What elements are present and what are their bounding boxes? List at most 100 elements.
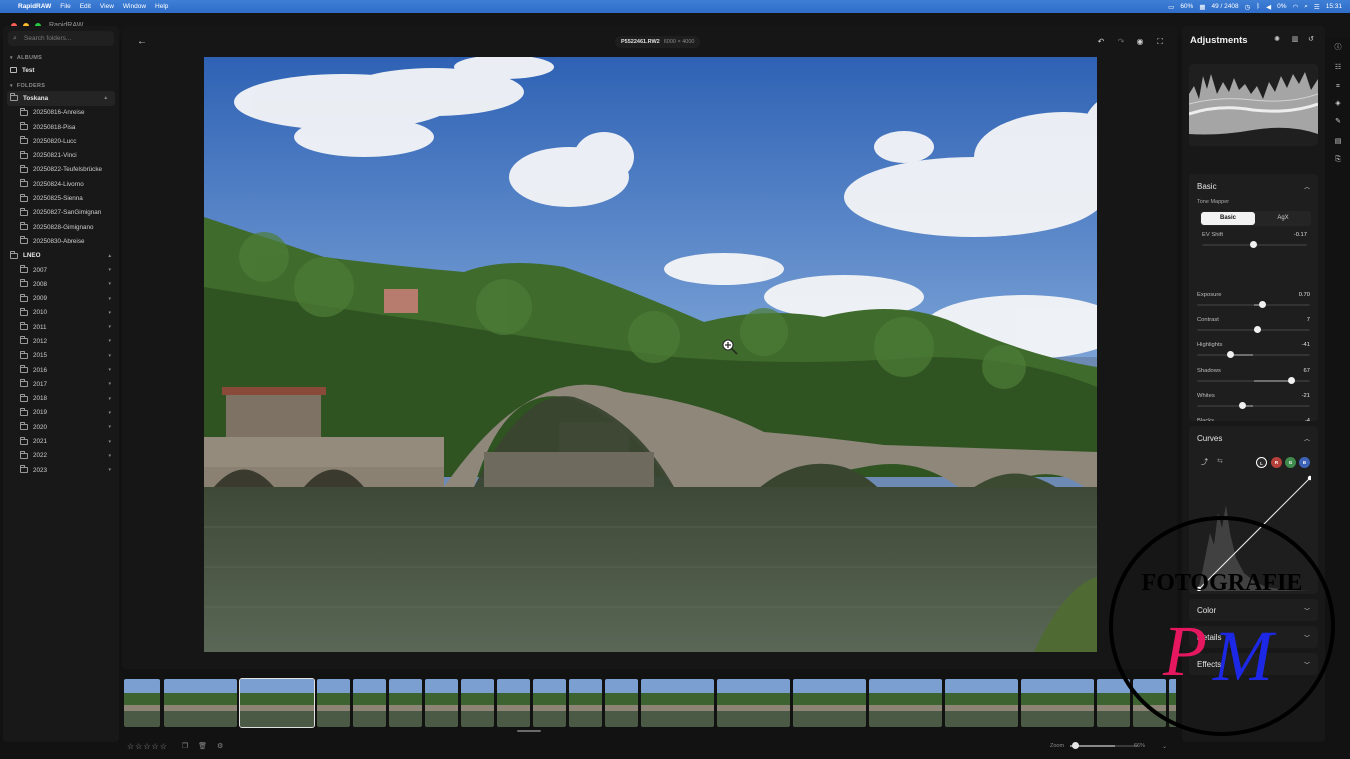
- slider-highlights[interactable]: Highlights -41: [1197, 342, 1310, 364]
- memory-icon[interactable]: ▦: [1199, 3, 1205, 11]
- filmstrip-thumbnail[interactable]: [945, 679, 1018, 727]
- sliders-icon[interactable]: ☷: [1332, 62, 1344, 74]
- star-icon[interactable]: ☆: [143, 742, 150, 751]
- clock-time[interactable]: 15:31: [1326, 3, 1342, 10]
- history-icon[interactable]: ◷: [1245, 3, 1251, 11]
- star-icon[interactable]: ☆: [127, 742, 134, 751]
- folder-item-root2[interactable]: LNEO ▴: [3, 249, 119, 263]
- folder-item[interactable]: 20250830-Abreise: [3, 234, 119, 248]
- chevron-down-icon[interactable]: ⌄: [1162, 743, 1167, 750]
- chevron-down-icon[interactable]: ▾: [108, 267, 111, 273]
- folder-item[interactable]: 2011 ▾: [3, 320, 119, 334]
- folder-item[interactable]: 20250822-Teufelsbrücke: [3, 163, 119, 177]
- slider-track[interactable]: [1197, 351, 1310, 359]
- star-icon[interactable]: ☆: [135, 742, 142, 751]
- curves-title[interactable]: Curves: [1197, 434, 1222, 443]
- control-center-icon[interactable]: ☰: [1314, 3, 1320, 11]
- menu-view[interactable]: View: [100, 3, 114, 10]
- channel-luma[interactable]: L: [1256, 457, 1267, 468]
- tone-mapper-basic[interactable]: Basic: [1201, 212, 1255, 225]
- folder-item[interactable]: 2018 ▾: [3, 392, 119, 406]
- chart-icon[interactable]: ▥: [1290, 35, 1300, 45]
- folder-item[interactable]: 2012 ▾: [3, 334, 119, 348]
- slider-handle[interactable]: [1238, 401, 1246, 409]
- chevron-down-icon[interactable]: ▾: [108, 381, 111, 387]
- zoom-slider[interactable]: [1070, 742, 1138, 749]
- back-arrow-icon[interactable]: ←: [136, 36, 148, 48]
- ev-shift-track[interactable]: [1202, 241, 1307, 248]
- menu-file[interactable]: File: [60, 3, 70, 10]
- star-icon[interactable]: ☆: [152, 742, 159, 751]
- wifi-icon[interactable]: ◠: [1293, 3, 1299, 11]
- folder-item[interactable]: 2016 ▾: [3, 363, 119, 377]
- folders-section-header[interactable]: ▾ FOLDERS: [3, 80, 119, 91]
- search-icon[interactable]: ⌕: [1304, 3, 1308, 11]
- chevron-down-icon[interactable]: ▾: [108, 281, 111, 287]
- filmstrip-resize-handle[interactable]: [517, 730, 541, 732]
- slider-track[interactable]: [1197, 376, 1310, 384]
- reset-icon[interactable]: ↺: [1306, 35, 1316, 45]
- filmstrip-thumbnail[interactable]: [1021, 679, 1094, 727]
- export-icon[interactable]: ⎘: [1332, 154, 1344, 166]
- folder-item[interactable]: 2021 ▾: [3, 434, 119, 448]
- filmstrip-thumbnail[interactable]: [239, 678, 315, 728]
- ev-shift-slider[interactable]: EV Shift -0.17: [1202, 232, 1307, 254]
- chevron-down-icon[interactable]: ▾: [108, 467, 111, 473]
- album-item-test[interactable]: Test: [3, 63, 119, 77]
- undo-icon[interactable]: ↶: [1095, 36, 1107, 48]
- main-photo[interactable]: [204, 57, 1097, 652]
- folder-item[interactable]: 2015 ▾: [3, 349, 119, 363]
- search-folders-input[interactable]: [24, 35, 114, 42]
- chevron-down-icon[interactable]: ▾: [108, 439, 111, 445]
- folder-item[interactable]: 20250818-Pisa: [3, 120, 119, 134]
- filmstrip-thumbnail[interactable]: [533, 679, 566, 727]
- slider-track[interactable]: [1197, 301, 1310, 308]
- color-wheel-icon[interactable]: ✺: [1272, 35, 1282, 45]
- channel-green[interactable]: G: [1285, 457, 1296, 468]
- chevron-down-icon[interactable]: ▾: [108, 296, 111, 302]
- curve-point-icon[interactable]: ⤴: [1201, 457, 1208, 467]
- folder-item[interactable]: 20250828-Gimignano: [3, 220, 119, 234]
- chevron-down-icon[interactable]: ▾: [108, 396, 111, 402]
- slider-whites[interactable]: Whites -21: [1197, 393, 1310, 415]
- slider-handle[interactable]: [1259, 301, 1267, 308]
- channel-red[interactable]: R: [1271, 457, 1282, 468]
- copy-icon[interactable]: ❐: [182, 742, 188, 750]
- filmstrip-thumbnail[interactable]: [353, 679, 386, 727]
- redo-icon[interactable]: ↷: [1115, 36, 1127, 48]
- slider-track[interactable]: [1197, 326, 1310, 334]
- info-icon[interactable]: ⓘ: [1332, 42, 1344, 54]
- folder-item[interactable]: 20250821-Vinci: [3, 148, 119, 162]
- brush-icon[interactable]: ✎: [1332, 116, 1344, 128]
- menu-app-name[interactable]: RapidRAW: [18, 3, 51, 10]
- chevron-down-icon[interactable]: ▾: [108, 310, 111, 316]
- folder-item[interactable]: 2010 ▾: [3, 306, 119, 320]
- folder-item[interactable]: 20250824-Livorno: [3, 177, 119, 191]
- menu-help[interactable]: Help: [155, 3, 168, 10]
- slider-value[interactable]: -21: [1302, 393, 1310, 399]
- filmstrip-thumbnail[interactable]: [317, 679, 350, 727]
- filmstrip-thumbnail[interactable]: [461, 679, 494, 727]
- battery-icon[interactable]: ▭: [1168, 3, 1174, 11]
- menu-edit[interactable]: Edit: [80, 3, 91, 10]
- filmstrip-thumbnail[interactable]: [425, 679, 458, 727]
- trash-icon[interactable]: 🗑: [198, 742, 207, 750]
- folder-item[interactable]: 2023 ▾: [3, 463, 119, 477]
- filmstrip-thumbnail[interactable]: [497, 679, 530, 727]
- slider-handle[interactable]: [1287, 376, 1295, 384]
- slider-exposure[interactable]: Exposure 0.70: [1197, 292, 1310, 314]
- filmstrip[interactable]: [124, 677, 1176, 729]
- bluetooth-icon[interactable]: ᛒ: [1256, 3, 1260, 10]
- folder-item[interactable]: 2017 ▾: [3, 377, 119, 391]
- chevron-up-icon[interactable]: ▴: [108, 253, 111, 259]
- folder-item[interactable]: 2007 ▾: [3, 263, 119, 277]
- filmstrip-thumbnail[interactable]: [605, 679, 638, 727]
- filmstrip-thumbnail[interactable]: [717, 679, 790, 727]
- slider-handle[interactable]: [1253, 326, 1261, 334]
- folder-item[interactable]: 2020 ▾: [3, 420, 119, 434]
- chevron-down-icon[interactable]: ▾: [108, 410, 111, 416]
- gear-icon[interactable]: ⚙: [217, 742, 223, 750]
- folder-item[interactable]: 20250820-Lucc: [3, 134, 119, 148]
- chevron-down-icon[interactable]: ▾: [108, 353, 111, 359]
- folder-item[interactable]: 20250825-Sienna: [3, 191, 119, 205]
